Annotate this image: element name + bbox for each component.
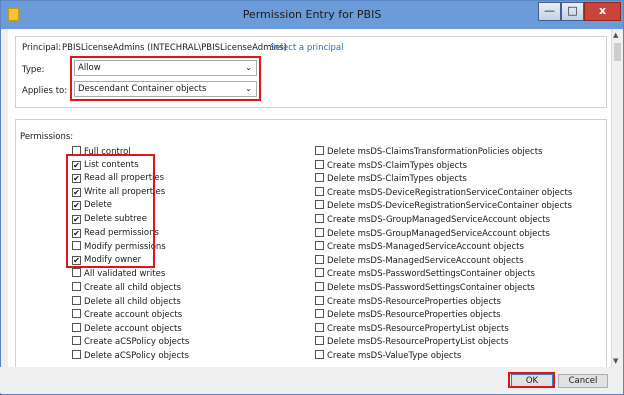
permission-label: Delete msDS-PasswordSettingsContainer ob… xyxy=(327,283,535,293)
permission-item[interactable]: Delete msDS-ResourcePropertyList objects xyxy=(315,336,508,348)
permission-item[interactable]: All validated writes xyxy=(72,268,165,280)
permission-label: Delete aCSPolicy objects xyxy=(84,351,189,361)
checkbox-unchecked[interactable] xyxy=(72,295,81,305)
checkbox-unchecked[interactable] xyxy=(315,214,324,223)
permission-item[interactable]: Delete account objects xyxy=(72,322,182,335)
permission-label: Delete msDS-ResourcePropertyList objects xyxy=(327,337,509,348)
type-label: Type: xyxy=(22,65,45,75)
permission-label: Create msDS-ClaimTypes objects xyxy=(327,160,468,171)
permission-label: Create msDS-ValueType objects xyxy=(327,351,462,361)
checkbox-unchecked[interactable] xyxy=(315,146,324,155)
highlight-box-permissions xyxy=(66,154,155,268)
checkbox-unchecked[interactable] xyxy=(315,159,324,169)
permission-label: Delete msDS-ManagedServiceAccount object… xyxy=(327,255,524,266)
checkbox-unchecked[interactable] xyxy=(315,309,324,319)
permission-item[interactable]: Delete all child objects xyxy=(72,295,181,308)
maximize-button[interactable]: □ xyxy=(561,2,584,21)
highlight-box-selects xyxy=(70,56,261,101)
permission-label: Delete msDS-ClaimsTransformationPolicies… xyxy=(327,147,543,157)
cancel-button[interactable]: Cancel xyxy=(558,374,608,388)
permission-item[interactable]: Delete msDS-DeviceRegistrationServiceCon… xyxy=(315,200,572,212)
permission-item[interactable]: Delete msDS-GroupManagedServiceAccount o… xyxy=(315,227,550,240)
select-principal-link[interactable]: Select a principal xyxy=(270,43,343,53)
permission-label: Create msDS-ResourcePropertyList objects xyxy=(327,323,509,334)
checkbox-unchecked[interactable] xyxy=(72,268,81,278)
permission-item[interactable]: Create aCSPolicy objects xyxy=(72,336,189,348)
scrollbar-thumb[interactable] xyxy=(614,43,621,61)
permission-item[interactable]: Delete msDS-ClaimsTransformationPolicies… xyxy=(315,146,542,158)
permission-item[interactable]: Delete msDS-ResourceProperties objects xyxy=(315,309,501,321)
checkbox-unchecked[interactable] xyxy=(315,227,324,237)
permission-item[interactable]: Create msDS-ManagedServiceAccount object… xyxy=(315,241,524,253)
checkbox-unchecked[interactable] xyxy=(315,322,324,332)
checkbox-unchecked[interactable] xyxy=(315,186,324,196)
permission-item[interactable]: Create msDS-DeviceRegistrationServiceCon… xyxy=(315,186,573,199)
checkbox-unchecked[interactable] xyxy=(315,336,324,346)
permission-label: Delete msDS-ClaimTypes objects xyxy=(327,174,467,185)
permission-label: Delete msDS-DeviceRegistrationServiceCon… xyxy=(327,201,572,212)
highlight-box-ok xyxy=(508,372,555,388)
permission-item[interactable]: Create account objects xyxy=(72,309,182,321)
scroll-down-icon[interactable]: ▼ xyxy=(613,357,618,365)
checkbox-unchecked[interactable] xyxy=(315,173,324,183)
window-title: Permission Entry for PBIS xyxy=(242,8,382,21)
checkbox-unchecked[interactable] xyxy=(72,336,81,346)
permission-label: Delete msDS-GroupManagedServiceAccount o… xyxy=(327,228,550,239)
checkbox-unchecked[interactable] xyxy=(72,282,81,291)
permission-label: Create msDS-ManagedServiceAccount object… xyxy=(327,242,524,253)
permission-item[interactable]: Delete aCSPolicy objects xyxy=(72,350,189,362)
permission-item[interactable]: Delete msDS-PasswordSettingsContainer ob… xyxy=(315,282,535,294)
principal-value: PBISLicenseAdmins (INTECHRAL\PBISLicense… xyxy=(62,43,287,53)
permission-item[interactable]: Create all child objects xyxy=(72,282,181,294)
checkbox-unchecked[interactable] xyxy=(315,282,324,291)
checkbox-unchecked[interactable] xyxy=(315,200,324,210)
checkbox-unchecked[interactable] xyxy=(315,268,324,278)
permission-item[interactable]: Create msDS-ValueType objects xyxy=(315,350,461,362)
permission-item[interactable]: Create msDS-ResourcePropertyList objects xyxy=(315,322,509,335)
checkbox-unchecked[interactable] xyxy=(72,322,81,332)
permission-label: Create msDS-GroupManagedServiceAccount o… xyxy=(327,215,551,225)
permission-label: Create msDS-PasswordSettingsContainer ob… xyxy=(327,269,536,280)
permission-label: All validated writes xyxy=(84,269,166,280)
checkbox-unchecked[interactable] xyxy=(315,350,324,359)
checkbox-unchecked[interactable] xyxy=(315,295,324,305)
checkbox-unchecked[interactable] xyxy=(315,254,324,264)
permissions-heading: Permissions: xyxy=(20,132,74,142)
permission-label: Delete account objects xyxy=(84,323,182,334)
checkbox-unchecked[interactable] xyxy=(315,241,324,251)
permission-label: Create msDS-ResourceProperties objects xyxy=(327,296,501,307)
scroll-up-icon[interactable]: ▲ xyxy=(613,31,618,39)
checkbox-unchecked[interactable] xyxy=(72,309,81,319)
checkbox-unchecked[interactable] xyxy=(72,350,81,359)
permission-item[interactable]: Create msDS-PasswordSettingsContainer ob… xyxy=(315,268,535,280)
principal-label: Principal: xyxy=(22,43,62,53)
permission-item[interactable]: Create msDS-ClaimTypes objects xyxy=(315,159,468,172)
permission-item[interactable]: Create msDS-ResourceProperties objects xyxy=(315,295,501,308)
applies-to-label: Applies to: xyxy=(22,86,68,96)
permission-label: Delete all child objects xyxy=(84,296,181,307)
permission-item[interactable]: Delete msDS-ManagedServiceAccount object… xyxy=(315,254,524,267)
vertical-scrollbar[interactable]: ▲ ▼ xyxy=(611,29,622,367)
permission-label: Create msDS-DeviceRegistrationServiceCon… xyxy=(327,187,573,198)
permission-label: Create account objects xyxy=(84,310,183,321)
title-bar[interactable]: Permission Entry for PBIS — □ x xyxy=(1,1,623,29)
permission-item[interactable]: Create msDS-GroupManagedServiceAccount o… xyxy=(315,214,550,226)
permission-label: Create all child objects xyxy=(84,283,182,293)
minimize-button[interactable]: — xyxy=(538,2,561,21)
permission-label: Delete msDS-ResourceProperties objects xyxy=(327,310,501,321)
close-button[interactable]: x xyxy=(584,2,621,21)
permission-label: Create aCSPolicy objects xyxy=(84,337,190,348)
permission-item[interactable]: Delete msDS-ClaimTypes objects xyxy=(315,173,467,185)
